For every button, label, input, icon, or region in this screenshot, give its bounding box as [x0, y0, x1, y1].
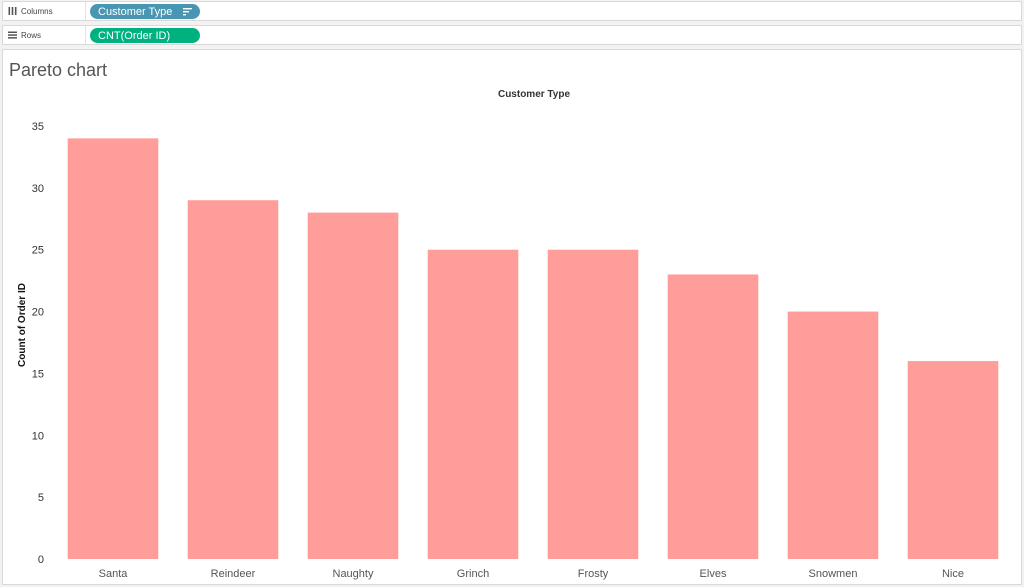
- y-tick-label: 5: [38, 492, 44, 504]
- columns-label-text: Columns: [21, 6, 53, 16]
- customer-type-pill-label: Customer Type: [98, 5, 173, 18]
- cnt-order-id-pill[interactable]: CNT(Order ID): [90, 28, 200, 43]
- rows-shelf[interactable]: Rows CNT(Order ID): [2, 25, 1022, 45]
- rows-label-text: Rows: [21, 30, 42, 40]
- x-tick-label: Santa: [99, 568, 129, 580]
- columns-icon: [7, 6, 17, 16]
- x-tick-label: Reindeer: [211, 568, 256, 580]
- x-tick-label: Nice: [942, 568, 964, 580]
- columns-shelf-label: Columns: [7, 2, 85, 20]
- sort-descending-icon[interactable]: [183, 7, 192, 16]
- y-tick-label: 0: [38, 554, 44, 566]
- chart-view: Pareto chart Customer Type Count of Order…: [2, 49, 1022, 585]
- bar-elves: [667, 274, 759, 559]
- customer-type-pill[interactable]: Customer Type: [90, 4, 200, 19]
- bar-chart: Customer Type Count of Order ID 0 5 10 15 20 25…: [17, 89, 999, 580]
- x-tick-label: Snowmen: [809, 568, 858, 580]
- shelf-divider: [85, 26, 86, 44]
- cnt-order-id-pill-label: CNT(Order ID): [98, 29, 171, 42]
- y-tick-label: 30: [32, 183, 44, 195]
- y-tick-label: 20: [32, 307, 44, 319]
- y-tick-label: 35: [32, 121, 44, 133]
- x-tick-label: Grinch: [457, 568, 489, 580]
- bar-naughty: [307, 212, 399, 559]
- x-axis-title: Customer Type: [498, 89, 570, 100]
- x-tick-label: Elves: [700, 568, 727, 580]
- y-axis-title: Count of Order ID: [17, 283, 28, 367]
- x-tick-label: Naughty: [333, 568, 374, 580]
- x-tick-label: Frosty: [578, 568, 609, 580]
- rows-icon: [7, 30, 17, 40]
- shelf-divider: [85, 2, 86, 20]
- rows-shelf-label: Rows: [7, 26, 85, 44]
- bar-frosty: [547, 249, 639, 559]
- columns-shelf[interactable]: Columns Customer Type: [2, 1, 1022, 21]
- bar-reindeer: [187, 200, 279, 559]
- bar-nice: [907, 361, 999, 559]
- bar-grinch: [427, 249, 519, 559]
- bar-snowmen: [787, 311, 879, 559]
- y-tick-label: 15: [32, 368, 44, 380]
- y-tick-label: 10: [32, 430, 44, 442]
- bar-santa: [67, 138, 159, 559]
- y-tick-label: 25: [32, 245, 44, 257]
